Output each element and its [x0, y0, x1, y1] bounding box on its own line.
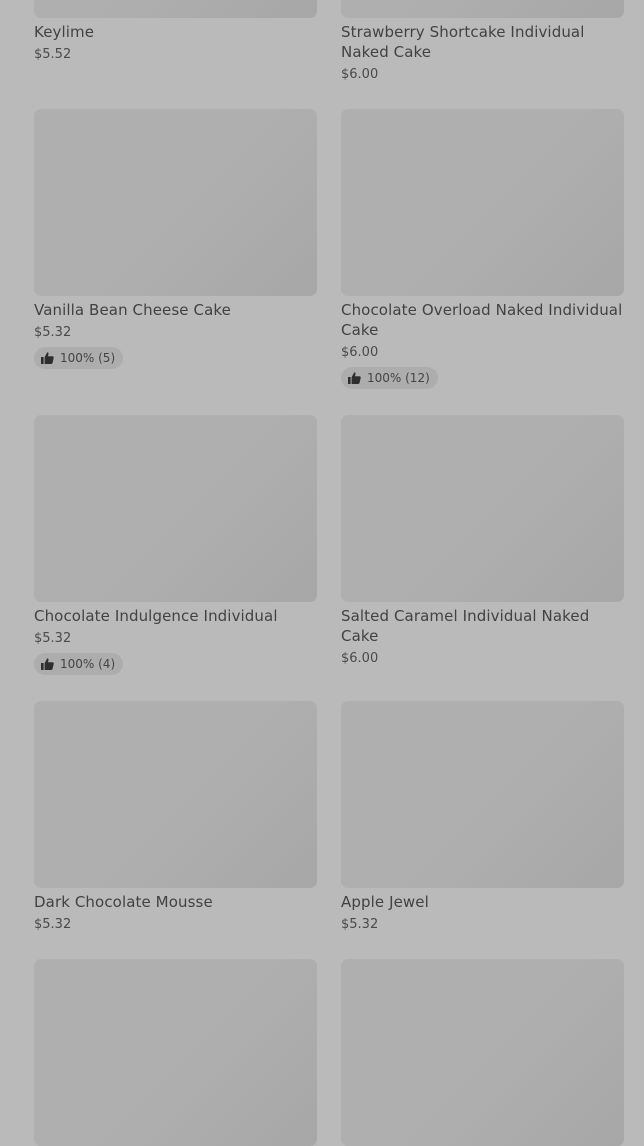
product-price: $5.32	[34, 631, 72, 646]
product-price: $6.00	[341, 651, 379, 666]
product-name[interactable]: Chocolate Indulgence Individual	[34, 606, 317, 626]
product-price: $5.32	[34, 325, 72, 340]
product-image[interactable]	[341, 415, 624, 602]
rating-text: 100% (5)	[60, 351, 116, 365]
product-price: $6.00	[341, 67, 379, 82]
product-price: $6.00	[341, 345, 379, 360]
product-name[interactable]: Dark Chocolate Mousse	[34, 892, 317, 912]
rating-badge: 100% (4)	[34, 653, 124, 675]
product-name[interactable]: Apple Jewel	[341, 892, 624, 912]
thumbs-up-icon	[348, 372, 361, 384]
product-image[interactable]	[341, 109, 624, 296]
rating-text: 100% (12)	[367, 371, 430, 385]
thumbs-up-icon	[41, 658, 54, 670]
rating-text: 100% (4)	[60, 657, 116, 671]
product-price: $5.32	[341, 917, 379, 932]
product-image[interactable]	[34, 0, 317, 18]
product-image[interactable]	[34, 959, 317, 1146]
rating-badge: 100% (12)	[341, 367, 438, 389]
product-name[interactable]: Chocolate Overload Naked Individual Cake	[341, 300, 624, 340]
product-image[interactable]	[341, 0, 624, 18]
product-price: $5.32	[34, 917, 72, 932]
product-name[interactable]: Strawberry Shortcake Individual Naked Ca…	[341, 22, 624, 62]
product-image[interactable]	[34, 701, 317, 888]
product-name[interactable]: Vanilla Bean Cheese Cake	[34, 300, 317, 320]
product-name[interactable]: Salted Caramel Individual Naked Cake	[341, 606, 624, 646]
product-name[interactable]: Keylime	[34, 22, 317, 42]
product-price: $5.52	[34, 47, 72, 62]
thumbs-up-icon	[41, 352, 54, 364]
product-image[interactable]	[34, 415, 317, 602]
product-image[interactable]	[341, 701, 624, 888]
product-image[interactable]	[341, 959, 624, 1146]
rating-badge: 100% (5)	[34, 347, 124, 369]
product-image[interactable]	[34, 109, 317, 296]
